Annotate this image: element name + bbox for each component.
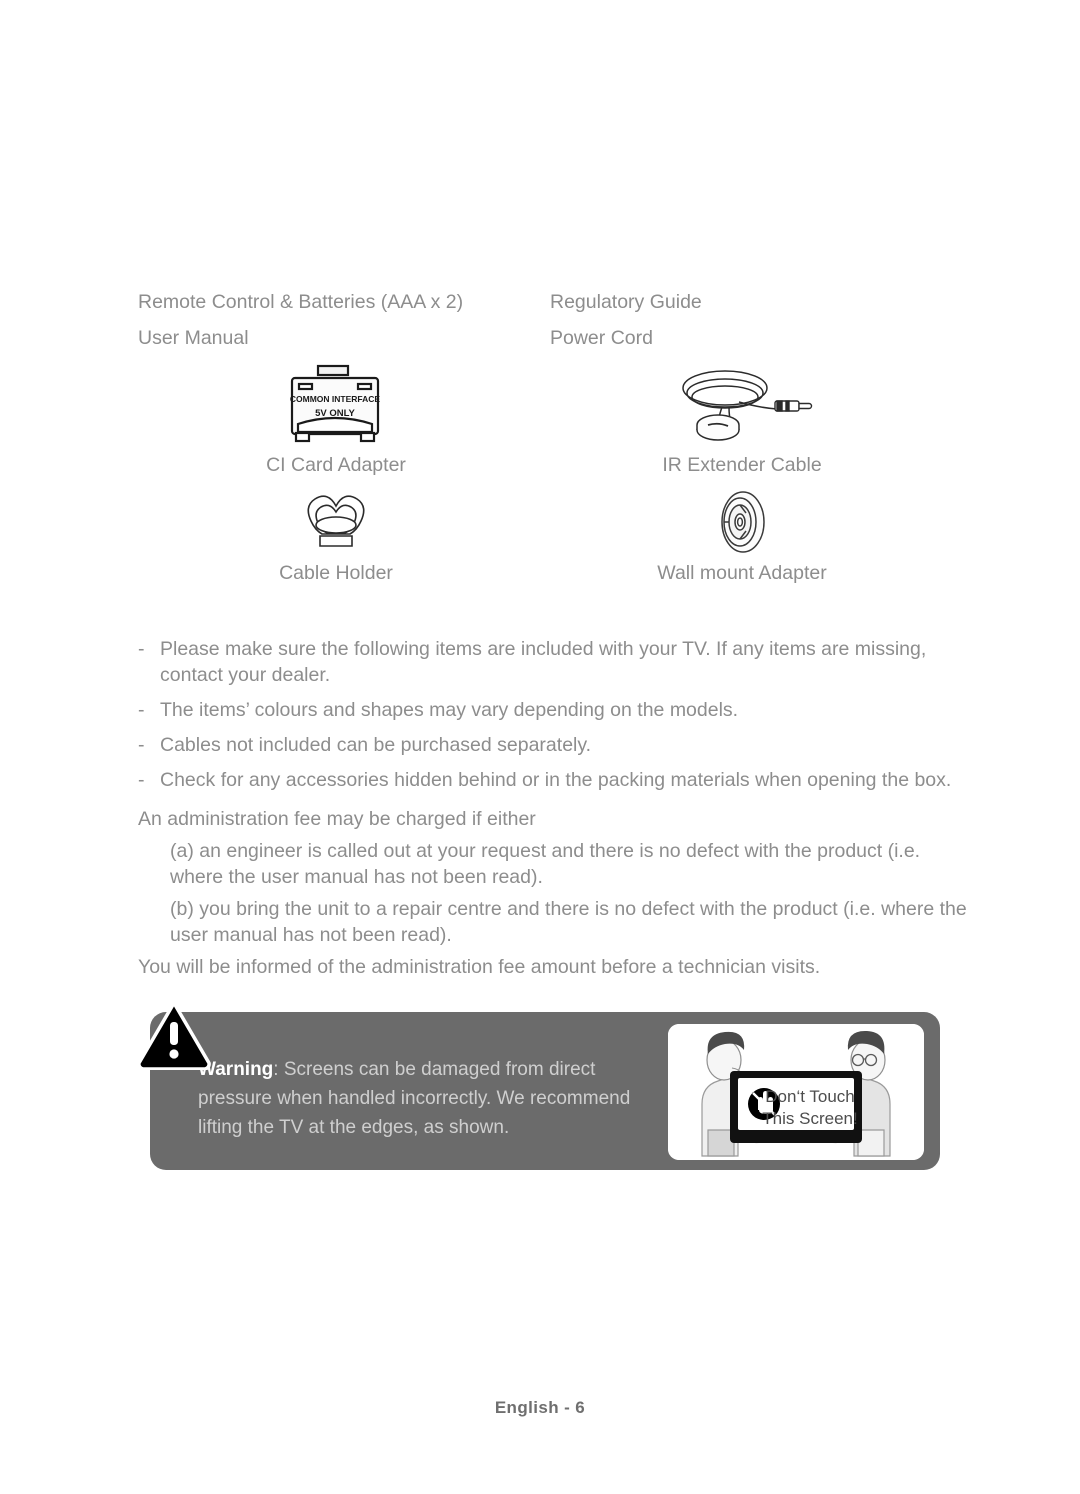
list-item: - Please make sure the following items a… xyxy=(138,636,968,688)
list-item: - The items’ colours and shapes may vary… xyxy=(138,697,968,723)
page-title-text: 01What's in the Box? xyxy=(138,118,797,194)
admin-fee-closing: You will be informed of the administrati… xyxy=(138,956,821,978)
list-item: - Cables not included can be purchased s… xyxy=(138,732,968,758)
admin-fee-item-b: (b) you bring the unit to a repair centr… xyxy=(170,898,967,946)
bullet-dash: - xyxy=(138,699,145,721)
list-item-text: Please make sure the following items are… xyxy=(160,638,927,686)
accessory-caption: Cable Holder xyxy=(279,562,393,584)
ci-card-adapter-icon: COMMON INTERFACE 5V ONLY xyxy=(206,362,466,448)
accessory-item: Regulatory Guide xyxy=(550,291,702,313)
accessory-ir-extender-cable: IR Extender Cable xyxy=(612,362,872,478)
admin-fee-intro: An administration fee may be charged if … xyxy=(138,808,536,830)
list-item: - Check for any accessories hidden behin… xyxy=(138,767,968,793)
page-footer: English - 6 xyxy=(494,1398,586,1417)
two-people-lifting-tv-illustration: Don‘t Touch This Screen! xyxy=(668,1024,924,1160)
document-page: 01What's in the Box? 01What's in the Box… xyxy=(0,0,1080,1494)
ci-card-icon-label-line1: COMMON INTERFACE xyxy=(290,394,381,404)
accessory-ci-card-adapter: COMMON INTERFACE 5V ONLY CI Card Adapter xyxy=(206,362,466,478)
list-item-text: Cables not included can be purchased sep… xyxy=(160,734,592,756)
accessory-item: User Manual xyxy=(138,327,249,349)
accessory-list-right: Regulatory Guide Power Cord xyxy=(550,284,702,356)
wall-mount-adapter-icon xyxy=(612,488,872,556)
accessory-list-left: Remote Control & Batteries (AAA x 2) Use… xyxy=(138,284,463,356)
cable-holder-icon xyxy=(206,488,466,556)
list-item-text: Check for any accessories hidden behind … xyxy=(160,769,952,791)
notes-list: - Please make sure the following items a… xyxy=(138,636,968,802)
page-title: 01What's in the Box? 01What's in the Box… xyxy=(138,118,797,194)
tv-screen-line1: Don‘t Touch xyxy=(765,1087,854,1106)
list-item-text: The items’ colours and shapes may vary d… xyxy=(160,699,739,721)
bullet-dash: - xyxy=(138,734,145,756)
ci-card-icon-label-line2: 5V ONLY xyxy=(315,408,355,419)
warning-triangle-icon xyxy=(136,1000,212,1071)
bullet-dash: - xyxy=(138,769,145,791)
accessory-caption: Wall mount Adapter xyxy=(657,562,827,584)
tv-screen-line2: This Screen! xyxy=(762,1109,857,1128)
accessory-wall-mount-adapter: Wall mount Adapter xyxy=(612,488,872,586)
warning-text: Warning: Screens can be damaged from dir… xyxy=(198,1055,648,1142)
accessory-cable-holder: Cable Holder xyxy=(206,488,466,586)
accessory-item: Power Cord xyxy=(550,327,653,349)
administration-fee-section: An administration fee may be charged if … xyxy=(138,806,968,986)
ir-extender-cable-icon xyxy=(612,362,872,448)
bullet-dash: - xyxy=(138,638,145,660)
accessory-caption: CI Card Adapter xyxy=(266,454,406,476)
accessory-caption: IR Extender Cable xyxy=(662,454,822,476)
accessory-item: Remote Control & Batteries (AAA x 2) xyxy=(138,291,464,313)
admin-fee-item-a: (a) an engineer is called out at your re… xyxy=(170,840,921,888)
